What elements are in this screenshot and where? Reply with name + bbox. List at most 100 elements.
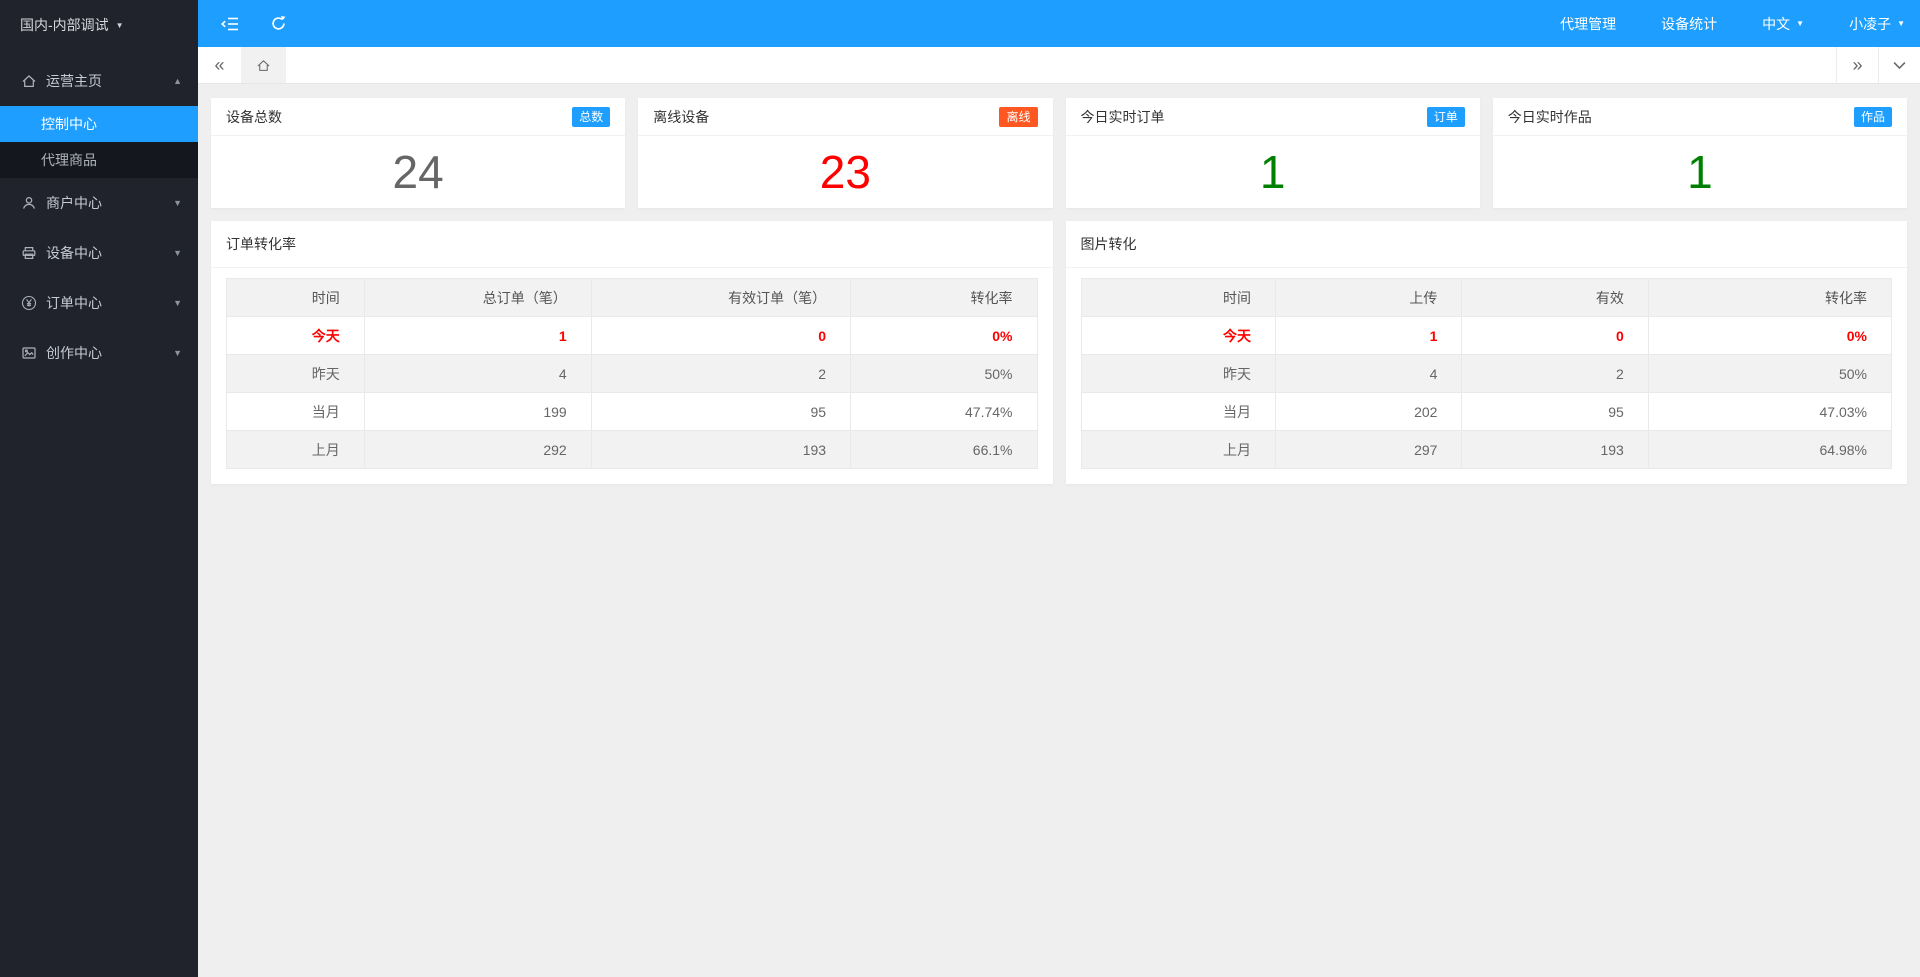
language-selector[interactable]: 中文 ▼ <box>1762 14 1804 34</box>
order-conversion-table: 时间 总订单（笔） 有效订单（笔） 转化率 今天 1 0 0% 昨天 4 2 5… <box>226 278 1038 469</box>
table-cell: 上月 <box>226 430 365 469</box>
card-title: 离线设备 <box>653 108 710 125</box>
table-cell: 今天 <box>226 316 365 355</box>
topbar-nav: 代理管理 设备统计 中文 ▼ 小凌子 ▼ <box>1560 14 1920 34</box>
card-value: 24 <box>392 145 444 198</box>
table-header-row: 时间 总订单（笔） 有效订单（笔） 转化率 <box>226 278 1038 317</box>
table-row: 当月 202 95 47.03% <box>1080 392 1893 431</box>
table-cell: 昨天 <box>226 354 365 393</box>
sidebar-item-label: 创作中心 <box>46 345 102 361</box>
stat-cards-row: 设备总数 总数 24 离线设备 离线 23 今日实时订单 订单 1 今日实时作品… <box>211 98 1907 208</box>
topbar: 代理管理 设备统计 中文 ▼ 小凌子 ▼ <box>198 0 1920 47</box>
table-row: 今天 1 0 0% <box>1080 316 1893 355</box>
sidebar-item-operations-home[interactable]: 运营主页 ▲ <box>0 56 198 106</box>
column-header: 有效 <box>1461 278 1649 317</box>
image-conversion-panel: 图片转化 时间 上传 有效 转化率 今天 1 0 0% 昨天 4 2 50% 当… <box>1065 221 1907 484</box>
sidebar-item-merchant-center[interactable]: 商户中心 ▼ <box>0 178 198 228</box>
nav-label: 中文 <box>1762 15 1791 32</box>
column-header: 上传 <box>1275 278 1463 317</box>
table-cell: 1 <box>363 316 592 355</box>
card-value: 1 <box>1259 145 1286 198</box>
sidebar-item-label: 商户中心 <box>46 195 102 211</box>
username-label: 小凌子 <box>1849 15 1892 32</box>
panel-title: 订单转化率 <box>211 221 1053 268</box>
stat-card-offline-devices: 离线设备 离线 23 <box>638 98 1053 208</box>
chevron-down-icon: ▼ <box>173 248 182 258</box>
card-badge: 总数 <box>572 106 611 127</box>
chevron-down-icon: ▼ <box>1897 19 1905 28</box>
sidebar-menu: 运营主页 ▲ 控制中心 代理商品 商户中心 ▼ 设备中心 ▼ 订单中心 ▼ 创作… <box>0 56 198 378</box>
merchant-icon <box>20 195 37 212</box>
table-cell: 50% <box>850 354 1038 393</box>
table-cell: 199 <box>363 392 592 431</box>
sidebar-item-device-center[interactable]: 设备中心 ▼ <box>0 228 198 278</box>
table-cell: 202 <box>1275 392 1463 431</box>
creation-image-icon <box>20 345 37 362</box>
sidebar-item-label: 运营主页 <box>46 73 102 89</box>
card-value: 1 <box>1687 145 1713 198</box>
table-cell: 0 <box>1461 316 1649 355</box>
card-title: 今日实时订单 <box>1080 108 1165 125</box>
table-cell: 47.03% <box>1647 392 1893 431</box>
panel-title: 图片转化 <box>1065 221 1907 268</box>
column-header: 有效订单（笔） <box>590 278 852 317</box>
column-header: 总订单（笔） <box>363 278 592 317</box>
card-badge: 订单 <box>1426 106 1465 127</box>
table-header-row: 时间 上传 有效 转化率 <box>1080 278 1893 317</box>
table-cell: 0 <box>590 316 852 355</box>
order-yen-icon <box>20 295 37 312</box>
table-cell: 当月 <box>226 392 365 431</box>
table-row: 昨天 4 2 50% <box>1080 354 1893 393</box>
image-conversion-table: 时间 上传 有效 转化率 今天 1 0 0% 昨天 4 2 50% 当月 202… <box>1080 278 1893 469</box>
sidebar-item-control-center[interactable]: 控制中心 <box>0 106 198 142</box>
card-title: 设备总数 <box>226 108 282 125</box>
column-header: 时间 <box>1080 278 1277 317</box>
chevron-down-icon <box>1893 61 1906 70</box>
table-row: 上月 297 193 64.98% <box>1080 430 1893 469</box>
sidebar-item-label: 订单中心 <box>46 295 102 311</box>
table-cell: 0% <box>1647 316 1893 355</box>
sidebar-item-order-center[interactable]: 订单中心 ▼ <box>0 278 198 328</box>
card-value: 23 <box>819 145 871 198</box>
table-cell: 4 <box>1275 354 1463 393</box>
refresh-icon[interactable] <box>270 15 287 32</box>
chevron-down-icon: ▼ <box>173 298 182 308</box>
environment-label: 国内-内部调试 <box>20 17 109 33</box>
chevron-up-icon: ▲ <box>173 76 182 86</box>
user-menu[interactable]: 小凌子 ▼ <box>1849 14 1905 34</box>
nav-device-statistics[interactable]: 设备统计 <box>1661 14 1717 34</box>
scroll-tabs-left-button[interactable]: « <box>198 47 241 83</box>
table-panels-row: 订单转化率 时间 总订单（笔） 有效订单（笔） 转化率 今天 1 0 0% 昨天… <box>211 221 1907 484</box>
table-cell: 2 <box>1461 354 1649 393</box>
collapse-sidebar-icon[interactable] <box>221 17 239 31</box>
table-cell: 297 <box>1275 430 1463 469</box>
sidebar-item-agent-products[interactable]: 代理商品 <box>0 142 198 178</box>
table-cell: 292 <box>363 430 592 469</box>
nav-label: 设备统计 <box>1661 15 1718 32</box>
column-header: 时间 <box>226 278 365 317</box>
chevron-down-icon: ▼ <box>115 20 124 30</box>
table-cell: 47.74% <box>850 392 1038 431</box>
nav-agent-management[interactable]: 代理管理 <box>1560 14 1616 34</box>
tab-home[interactable] <box>241 47 286 83</box>
sidebar-item-creation-center[interactable]: 创作中心 ▼ <box>0 328 198 378</box>
tabbar-spacer <box>286 47 1836 83</box>
table-cell: 今天 <box>1080 316 1277 355</box>
topbar-left <box>198 15 287 32</box>
home-icon <box>20 73 37 90</box>
environment-switcher[interactable]: 国内-内部调试 ▼ <box>0 0 198 50</box>
table-cell: 1 <box>1275 316 1463 355</box>
stat-card-today-works: 今日实时作品 作品 1 <box>1492 98 1907 208</box>
main-area: 代理管理 设备统计 中文 ▼ 小凌子 ▼ « » 设备总数 总数 24 离线设备… <box>198 0 1920 977</box>
table-cell: 64.98% <box>1647 430 1893 469</box>
table-cell: 193 <box>590 430 852 469</box>
scroll-tabs-right-button[interactable]: » <box>1836 47 1878 83</box>
table-cell: 昨天 <box>1080 354 1277 393</box>
table-cell: 95 <box>1461 392 1649 431</box>
table-row: 昨天 4 2 50% <box>226 354 1038 393</box>
card-title: 今日实时作品 <box>1507 108 1592 125</box>
tab-options-button[interactable] <box>1878 47 1920 83</box>
sidebar-item-label: 设备中心 <box>46 245 102 261</box>
table-cell: 4 <box>363 354 592 393</box>
chevron-down-icon: ▼ <box>173 348 182 358</box>
